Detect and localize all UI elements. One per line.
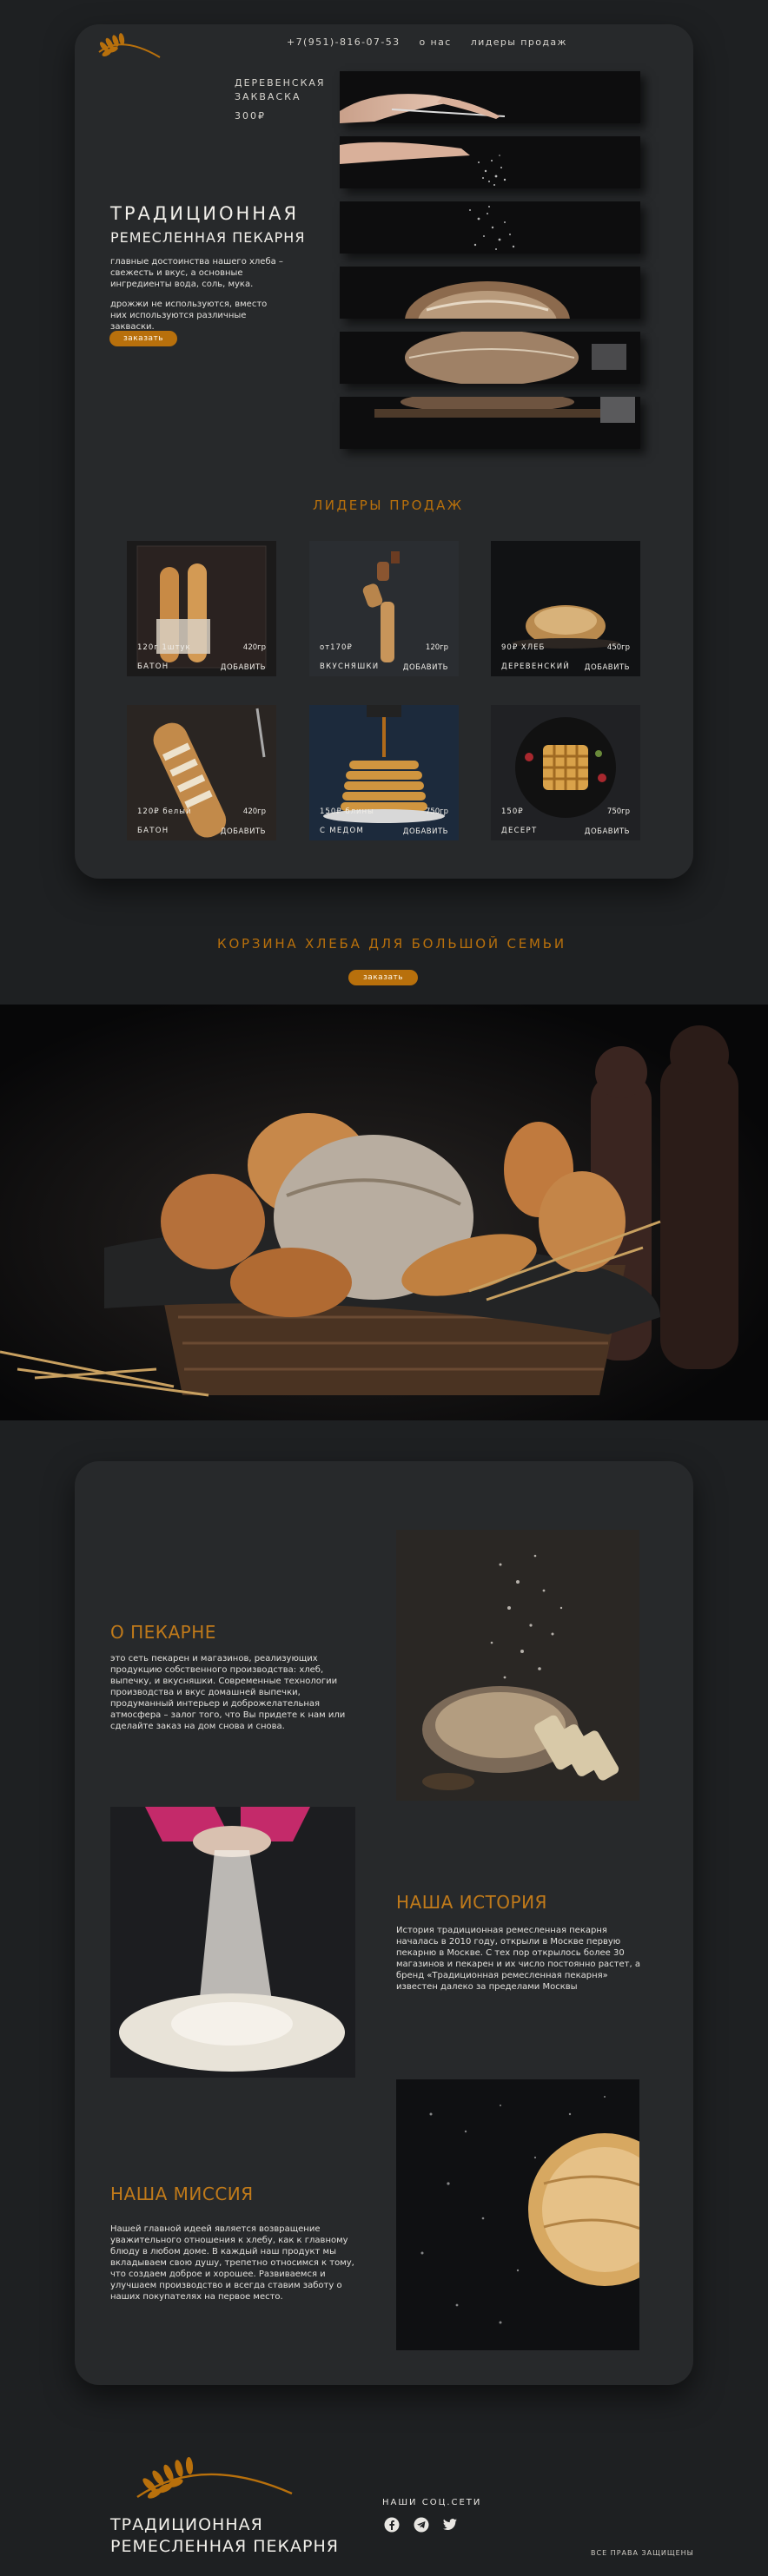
add-to-cart-button[interactable]: ДОБАВИТЬ <box>221 827 266 836</box>
product-photo <box>127 541 276 676</box>
product-photo <box>491 541 640 676</box>
add-to-cart-button[interactable]: ДОБАВИТЬ <box>403 827 448 836</box>
add-to-cart-button[interactable]: ДОБАВИТЬ <box>585 663 630 672</box>
product-price: 750гр <box>425 807 448 816</box>
hero-description-yeast: дрожжи не используются, вместо них испол… <box>110 300 268 332</box>
footer-wheat-logo-icon[interactable] <box>132 2436 297 2509</box>
product-weight: 90₽ ХЛЕБ <box>501 643 546 652</box>
add-to-cart-button[interactable]: ДОБАВИТЬ <box>403 663 448 672</box>
product-weight: 120₽ белый <box>137 807 192 816</box>
basket-order-button[interactable]: заказать <box>348 970 418 985</box>
social-title: НАШИ СОЦ.СЕТИ <box>382 2498 482 2507</box>
nav-about[interactable]: о нас <box>420 36 452 48</box>
product-price: 750гр <box>606 807 630 816</box>
featured-product-price: 300₽ <box>235 110 266 122</box>
product-price: 120гр <box>425 643 448 652</box>
product-photo <box>127 705 276 840</box>
product-name: ДЕСЕРТ <box>501 827 538 835</box>
leaders-title: ЛИДЕРЫ ПРОДАЖ <box>313 497 464 513</box>
product-card-village-bread[interactable]: 90₽ ХЛЕБ ДЕРЕВЕНСКИЙ 450гр ДОБАВИТЬ <box>491 541 640 676</box>
product-price: 420гр <box>242 643 266 652</box>
product-card-white-baton[interactable]: 120₽ белый БАТОН 420гр ДОБАВИТЬ <box>127 705 276 840</box>
wheat-ear-icon[interactable] <box>96 26 165 66</box>
about-history-text: История традиционная ремесленная пекарня… <box>396 1926 640 1992</box>
product-weight: от170₽ <box>320 643 353 652</box>
about-history-title: НАША ИСТОРИЯ <box>396 1892 547 1913</box>
basket-title: КОРЗИНА ХЛЕБА ДЛЯ БОЛЬШОЙ СЕМЬИ <box>217 936 566 952</box>
product-weight: 120г 1штук <box>137 643 191 652</box>
about-mission-text: Нашей главной идеей является возвращение… <box>110 2224 354 2302</box>
about-bakery-title: О ПЕКАРНЕ <box>110 1622 216 1643</box>
hero-subtitle: РЕМЕСЛЕННАЯ ПЕКАРНЯ <box>110 229 306 246</box>
product-card-pancakes[interactable]: 150₽ блины С МЕДОМ 750гр ДОБАВИТЬ <box>309 705 459 840</box>
product-photo <box>491 705 640 840</box>
add-to-cart-button[interactable]: ДОБАВИТЬ <box>585 827 630 836</box>
product-name: ДЕРЕВЕНСКИЙ <box>501 662 571 671</box>
product-photo <box>309 541 459 676</box>
about-history-image <box>110 1807 355 2078</box>
product-name: С МЕДОМ <box>320 827 365 835</box>
hero-description: главные достоинства нашего хлеба – свеже… <box>110 257 283 289</box>
product-price: 450гр <box>606 643 630 652</box>
hero-order-button[interactable]: заказать <box>109 331 177 346</box>
hero-image-strip-bread <box>340 332 640 384</box>
hero-image-strip-hand <box>340 71 640 123</box>
phone-link[interactable]: +7(951)-816-07-53 <box>287 36 401 48</box>
footer-subtitle: РЕМЕСЛЕННАЯ ПЕКАРНЯ <box>110 2537 339 2556</box>
product-photo <box>309 705 459 840</box>
nav-leaders[interactable]: лидеры продаж <box>471 36 567 48</box>
product-card-dessert[interactable]: 150₽ ДЕСЕРТ 750гр ДОБАВИТЬ <box>491 705 640 840</box>
about-mission-image <box>396 2079 639 2350</box>
product-weight: 150₽ блины <box>320 807 374 816</box>
facebook-icon[interactable] <box>384 2517 400 2533</box>
product-price: 420гр <box>242 807 266 816</box>
bread-basket-image <box>0 1005 768 1420</box>
product-weight: 150₽ <box>501 807 524 816</box>
about-mission-title: НАША МИССИЯ <box>110 2184 254 2204</box>
about-bakery-text: это сеть пекарен и магазинов, реализующи… <box>110 1654 346 1731</box>
hero-image-strip-powder <box>340 201 640 254</box>
footer-title: ТРАДИЦИОННАЯ <box>110 2515 263 2534</box>
about-bakery-image <box>396 1530 639 1801</box>
product-card-treats[interactable]: от170₽ ВКУСНЯШКИ 120гр ДОБАВИТЬ <box>309 541 459 676</box>
product-name: БАТОН <box>137 662 169 671</box>
hero-image-strip-flour <box>340 136 640 188</box>
product-name: БАТОН <box>137 827 169 835</box>
product-card-baton[interactable]: 120г 1штук БАТОН 420гр ДОБАВИТЬ <box>127 541 276 676</box>
product-name: ВКУСНЯШКИ <box>320 662 380 671</box>
featured-product: ДЕРЕВЕНСКАЯ ЗАКВАСКА 300₽ <box>235 76 330 123</box>
featured-product-name: ДЕРЕВЕНСКАЯ ЗАКВАСКА <box>235 77 326 102</box>
copyright-text: ВСЕ ПРАВА ЗАЩИЩЕНЫ <box>591 2549 694 2557</box>
top-nav: +7(951)-816-07-53 о нас лидеры продаж <box>287 36 567 48</box>
hero-title: ТРАДИЦИОННАЯ <box>110 203 300 224</box>
hero-image-strip-bread-top <box>340 267 640 319</box>
telegram-icon[interactable] <box>414 2517 429 2533</box>
twitter-icon[interactable] <box>442 2517 458 2533</box>
hero-image-strip-board <box>340 397 640 449</box>
add-to-cart-button[interactable]: ДОБАВИТЬ <box>221 663 266 672</box>
